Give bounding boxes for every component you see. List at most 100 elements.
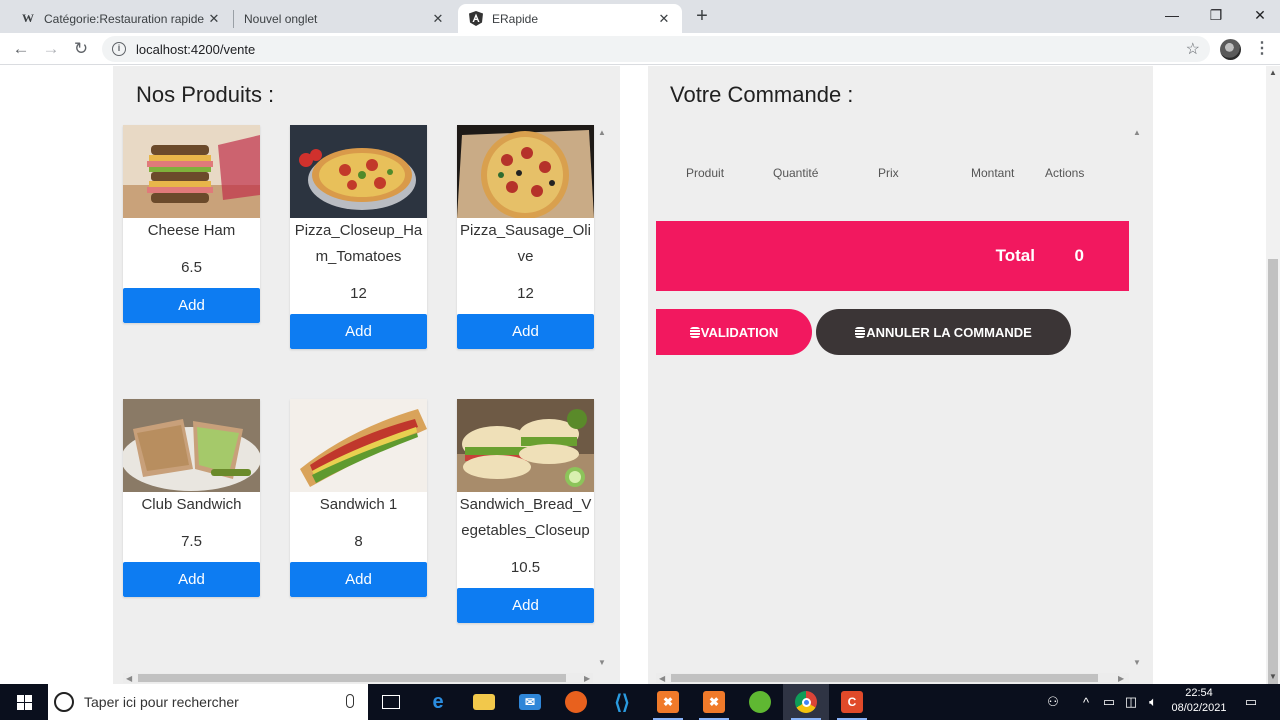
- total-value: 0: [1074, 246, 1084, 265]
- wikipedia-icon: W: [22, 11, 34, 25]
- product-price: 10.5: [510, 559, 541, 576]
- spring-icon[interactable]: [737, 684, 783, 720]
- edge-icon[interactable]: e: [415, 684, 461, 720]
- scroll-left-icon[interactable]: ◀: [126, 674, 132, 683]
- add-button[interactable]: Add: [290, 314, 427, 349]
- add-button[interactable]: Add: [290, 562, 427, 597]
- battery-icon[interactable]: ▭: [1098, 684, 1120, 720]
- product-name: Sandwich_Bread_Vegetables_Closeup: [459, 496, 592, 539]
- browser-tab-bar: W Catégorie:Restauration rapide — ✕ Nouv…: [0, 0, 1280, 33]
- codeigniter-icon[interactable]: C: [829, 684, 875, 720]
- product-card: Sandwich 1 8 Add: [290, 399, 427, 597]
- add-button[interactable]: Add: [123, 562, 260, 597]
- star-icon[interactable]: ☆: [1186, 39, 1200, 59]
- scroll-up-icon[interactable]: ▲: [1133, 128, 1141, 137]
- scroll-thumb[interactable]: [1268, 259, 1278, 711]
- products-hscrollbar[interactable]: [123, 673, 593, 683]
- notifications-icon[interactable]: ▭: [1238, 684, 1264, 720]
- pizza-box-photo: [457, 125, 594, 218]
- chrome-icon[interactable]: [783, 684, 829, 720]
- products-title: Nos Produits :: [136, 82, 275, 107]
- clock-time: 22:54: [1185, 687, 1213, 699]
- file-explorer-icon[interactable]: [461, 684, 507, 720]
- tab-erapide[interactable]: ERapide ✕: [458, 4, 682, 33]
- scroll-down-icon[interactable]: ▼: [598, 658, 606, 667]
- taskbar-search[interactable]: Taper ici pour rechercher: [48, 684, 368, 720]
- back-icon[interactable]: ←: [9, 37, 33, 61]
- scroll-left-icon[interactable]: ◀: [659, 674, 665, 683]
- product-price: 7.5: [181, 533, 202, 550]
- task-view-icon[interactable]: [368, 684, 414, 720]
- angular-icon: [468, 11, 484, 27]
- column-header-actions: Actions: [1045, 166, 1085, 180]
- scroll-up-icon[interactable]: ▲: [598, 128, 606, 137]
- browser-toolbar: ← → ↻ i localhost:4200/vente ☆: [0, 33, 1280, 65]
- add-button[interactable]: Add: [457, 588, 594, 623]
- product-price: 12: [517, 285, 534, 302]
- tab-title: Catégorie:Restauration rapide —: [44, 11, 206, 26]
- taskbar-clock[interactable]: 22:54 08/02/2021: [1166, 686, 1232, 716]
- sandwich-photo: [123, 125, 260, 218]
- add-button[interactable]: Add: [123, 288, 260, 323]
- more-menu-icon[interactable]: ⋮: [1254, 40, 1270, 58]
- reload-icon[interactable]: ↻: [69, 37, 93, 61]
- vscode-icon[interactable]: ⟨⟩: [599, 684, 645, 720]
- order-hscrollbar[interactable]: [656, 673, 1129, 683]
- xampp-icon[interactable]: ✖: [645, 684, 691, 720]
- product-card: Pizza_Closeup_Ham_Tomatoes 12 Add: [290, 125, 427, 349]
- people-icon[interactable]: ⚇: [1040, 684, 1066, 720]
- address-bar[interactable]: i localhost:4200/vente ☆: [102, 36, 1210, 62]
- xampp-icon[interactable]: ✖: [691, 684, 737, 720]
- sub-sandwich-photo: [457, 399, 594, 492]
- tab-title: ERapide: [492, 11, 539, 26]
- column-header-quantite: Quantité: [773, 166, 819, 180]
- start-button[interactable]: [0, 684, 48, 720]
- close-icon[interactable]: ✕: [656, 11, 672, 27]
- clock-date: 08/02/2021: [1171, 702, 1227, 714]
- total-label: Total: [995, 246, 1035, 265]
- product-price: 6.5: [181, 259, 202, 276]
- product-card: Club Sandwich 7.5 Add: [123, 399, 260, 597]
- tab-new-tab[interactable]: Nouvel onglet ✕: [234, 4, 456, 33]
- restore-icon[interactable]: ❐: [1194, 0, 1238, 30]
- scroll-right-icon[interactable]: ▶: [584, 674, 590, 683]
- info-icon[interactable]: i: [112, 42, 126, 56]
- mail-icon[interactable]: ✉: [507, 684, 553, 720]
- scroll-right-icon[interactable]: ▶: [1118, 674, 1124, 683]
- product-name: Club Sandwich: [141, 496, 242, 513]
- scroll-thumb[interactable]: [671, 674, 1098, 682]
- cancel-order-button[interactable]: ANNULER LA COMMANDE: [816, 309, 1071, 355]
- database-icon: [855, 326, 866, 338]
- network-icon[interactable]: ◫: [1120, 684, 1142, 720]
- close-icon[interactable]: ✕: [430, 11, 446, 27]
- microphone-icon[interactable]: [346, 694, 354, 708]
- chevron-up-icon[interactable]: ^: [1076, 684, 1096, 720]
- volume-icon[interactable]: 🔈︎: [1142, 684, 1164, 720]
- column-header-prix: Prix: [878, 166, 899, 180]
- page-viewport: Nos Produits : Cheese Ham 6.5 Add Pizza_…: [0, 66, 1266, 684]
- forward-icon[interactable]: →: [39, 37, 63, 61]
- product-card: Cheese Ham 6.5 Add: [123, 125, 260, 323]
- tab-title: Nouvel onglet: [244, 11, 318, 26]
- profile-avatar[interactable]: [1220, 39, 1241, 60]
- scroll-down-icon[interactable]: ▼: [1133, 658, 1141, 667]
- product-name: Cheese Ham: [147, 222, 236, 239]
- address-url: localhost:4200/vente: [136, 41, 256, 57]
- new-tab-icon[interactable]: +: [692, 6, 712, 26]
- database-icon: [689, 326, 700, 338]
- scroll-thumb[interactable]: [138, 674, 566, 682]
- page-scrollbar[interactable]: ▲ ▼: [1266, 66, 1280, 711]
- scroll-up-icon[interactable]: ▲: [1269, 68, 1277, 77]
- add-button[interactable]: Add: [457, 314, 594, 349]
- tab-wikipedia[interactable]: W Catégorie:Restauration rapide — ✕: [10, 4, 232, 33]
- search-placeholder: Taper ici pour rechercher: [84, 694, 239, 710]
- minimize-icon[interactable]: —: [1150, 0, 1194, 30]
- close-window-icon[interactable]: ✕: [1238, 0, 1280, 30]
- product-name: Sandwich 1: [319, 496, 398, 513]
- close-icon[interactable]: ✕: [206, 11, 222, 27]
- scroll-down-icon[interactable]: ▼: [1269, 672, 1277, 681]
- validation-button[interactable]: VALIDATION: [656, 309, 812, 355]
- club-sandwich-photo: [123, 399, 260, 492]
- cortana-icon: [54, 692, 74, 712]
- firefox-icon[interactable]: [553, 684, 599, 720]
